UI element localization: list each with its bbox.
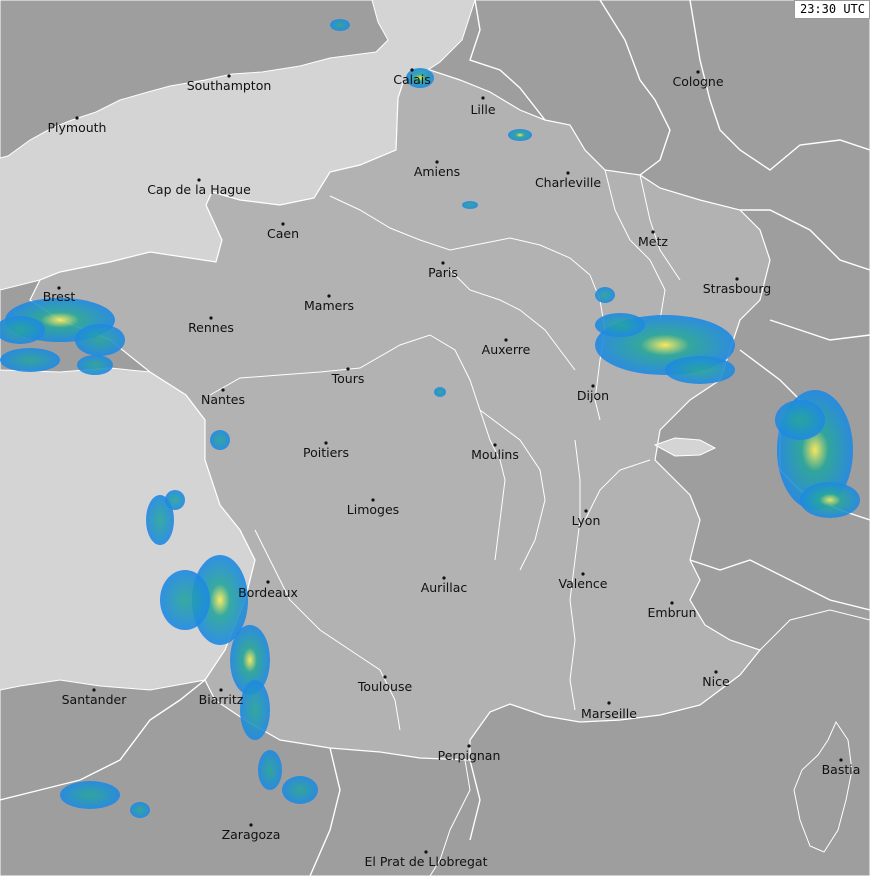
city-marker-amiens: Amiens [414,160,460,179]
precipitation-cell [130,802,150,818]
city-marker-limoges: Limoges [347,498,399,517]
city-label: Paris [428,265,458,280]
city-label: Caen [267,226,299,241]
city-label: Lyon [572,513,601,528]
precipitation-cell [210,430,230,450]
radar-map-canvas: Calais Southampton Cologne Lille Plymouth Ami… [0,0,870,876]
city-marker-dijon: Dijon [577,384,609,403]
city-label: Cap de la Hague [147,182,251,197]
city-marker-brest: Brest [43,286,76,304]
city-dot [607,701,611,705]
precipitation-cell [775,400,825,440]
city-dot [481,96,485,100]
precipitation-cell [330,19,350,31]
precipitation-cell [160,570,210,630]
city-label: Brest [43,289,76,304]
city-label: Limoges [347,502,399,517]
precipitation-cell [258,750,282,790]
city-label: Zaragoza [222,827,281,842]
city-label: Moulins [471,447,519,462]
city-label: Poitiers [303,445,349,460]
city-label: Dijon [577,388,609,403]
city-label: Marseille [581,706,637,721]
city-marker-santander: Santander [62,688,128,707]
city-label: Lille [470,102,495,117]
city-marker-tours: Tours [331,367,365,386]
city-marker-el-prat: El Prat de Llobregat [364,850,488,869]
precipitation-cell [595,287,615,303]
city-marker-moulins: Moulins [471,443,519,462]
city-label: El Prat de Llobregat [364,854,487,869]
city-label: Plymouth [48,120,107,135]
city-marker-toulouse: Toulouse [357,675,413,694]
city-label: Nice [702,674,730,689]
city-label: Tours [331,371,365,386]
city-marker-biarritz: Biarritz [199,688,244,707]
city-marker-nantes: Nantes [201,388,245,407]
precipitation-cell [665,356,735,384]
city-label: Strasbourg [703,281,772,296]
city-marker-caen: Caen [267,222,299,241]
city-label: Aurillac [421,580,468,595]
city-marker-bastia: Bastia [822,758,861,777]
precipitation-cell [60,781,120,809]
city-label: Amiens [414,164,460,179]
timestamp-label: 23:30 UTC [793,0,870,19]
precipitation-cell [595,313,645,337]
precipitation-cell [434,387,446,397]
precipitation-cell [77,355,113,375]
city-marker-aurillac: Aurillac [421,576,468,595]
city-label: Southampton [187,78,272,93]
city-marker-strasbourg: Strasbourg [703,277,772,296]
city-marker-lyon: Lyon [572,509,601,528]
city-marker-rennes: Rennes [188,316,234,335]
precipitation-cell [800,482,860,518]
city-dot [266,580,270,584]
precipitation-cell [282,776,318,804]
city-label: Perpignan [438,748,501,763]
city-label: Mamers [304,298,354,313]
city-label: Toulouse [357,679,413,694]
city-marker-plymouth: Plymouth [48,116,107,135]
city-label: Santander [62,692,128,707]
city-marker-cap-de-la-hague: Cap de la Hague [147,178,251,197]
city-label: Rennes [188,320,234,335]
city-label: Bordeaux [238,585,298,600]
city-marker-zaragoza: Zaragoza [222,823,281,842]
city-label: Bastia [822,762,861,777]
city-marker-valence: Valence [559,572,608,591]
city-marker-embrun: Embrun [648,601,697,620]
city-label: Auxerre [482,342,531,357]
city-marker-cologne: Cologne [672,70,724,89]
city-marker-charleville: Charleville [535,171,601,190]
city-label: Calais [393,72,431,87]
city-marker-metz: Metz [638,230,668,249]
city-marker-calais: Calais [393,68,431,87]
precipitation-cell [508,129,532,141]
city-label: Embrun [648,605,697,620]
city-marker-auxerre: Auxerre [482,338,531,357]
city-label: Nantes [201,392,245,407]
city-marker-nice: Nice [702,670,730,689]
city-marker-southampton: Southampton [187,74,272,93]
precipitation-cell [462,201,478,209]
precipitation-cell [0,348,60,372]
precipitation-cell [75,324,125,356]
weather-radar-map: Calais Southampton Cologne Lille Plymouth Ami… [0,0,870,876]
precipitation-cell [240,680,270,740]
city-marker-poitiers: Poitiers [303,441,349,460]
city-label: Charleville [535,175,601,190]
precipitation-cell [165,490,185,510]
city-marker-perpignan: Perpignan [438,744,501,763]
city-label: Cologne [672,74,723,89]
city-label: Metz [638,234,668,249]
city-label: Biarritz [199,692,244,707]
city-marker-mamers: Mamers [304,294,354,313]
city-label: Valence [559,576,608,591]
city-marker-paris: Paris [428,261,458,280]
